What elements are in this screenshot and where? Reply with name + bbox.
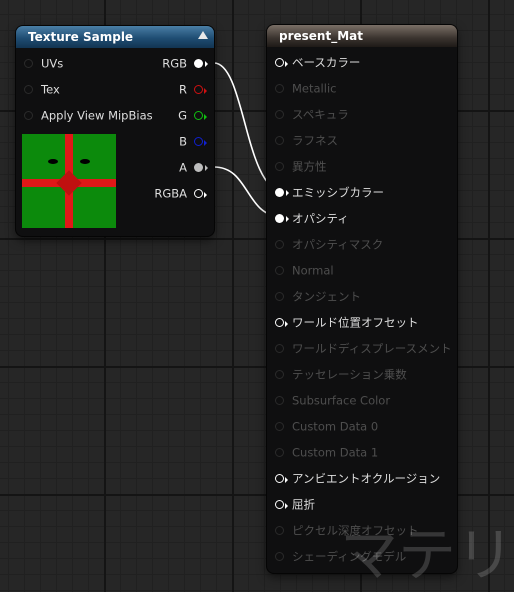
material-input-pin[interactable]: ベースカラー	[275, 52, 360, 72]
pin-circle-icon[interactable]	[275, 370, 284, 379]
bow-icon	[56, 170, 82, 196]
pin-circle-icon[interactable]	[275, 422, 284, 431]
pin-ring-white-icon[interactable]	[275, 500, 288, 509]
texture-preview-thumbnail[interactable]	[22, 134, 116, 228]
input-pin-uvs[interactable]: UVs	[24, 53, 63, 73]
pin-ring-white-icon[interactable]	[275, 318, 288, 327]
material-input-pin[interactable]: エミッシブカラー	[275, 182, 384, 202]
material-input-pin[interactable]: 異方性	[275, 156, 327, 176]
pin-circle-icon[interactable]	[24, 59, 33, 68]
pin-label: Custom Data 1	[292, 445, 379, 460]
pin-label: スペキュラ	[292, 107, 349, 122]
pin-circle-icon[interactable]	[275, 552, 284, 561]
material-input-pin[interactable]: スペキュラ	[275, 104, 349, 124]
pin-label: Custom Data 0	[292, 419, 379, 434]
pin-filled-icon[interactable]	[275, 188, 289, 197]
pin-circle-icon[interactable]	[24, 111, 33, 120]
pin-label: 屈折	[292, 497, 315, 512]
pin-label: Metallic	[292, 81, 337, 96]
texture-sample-node[interactable]: Texture Sample UVs Tex Apply View MipBia…	[16, 26, 214, 236]
pin-circle-icon[interactable]	[275, 84, 284, 93]
pin-filled-icon[interactable]	[275, 214, 289, 223]
pin-label: アンビエントオクルージョン	[292, 471, 441, 486]
eye-right-icon	[80, 159, 90, 164]
watermark-text: マテリア	[340, 521, 514, 589]
pin-ring-green-icon[interactable]	[194, 111, 207, 120]
pin-label: Subsurface Color	[292, 393, 391, 408]
material-input-pin[interactable]: ラフネス	[275, 130, 338, 150]
pin-circle-icon[interactable]	[275, 344, 284, 353]
material-input-pin[interactable]: Normal	[275, 260, 334, 280]
pin-label: ワールド位置オフセット	[292, 315, 419, 330]
pin-label: オパシティ	[292, 211, 349, 226]
pin-ring-blue-icon[interactable]	[194, 137, 207, 146]
pin-circle-icon[interactable]	[275, 526, 284, 535]
material-node-title: present_Mat	[279, 29, 363, 43]
pin-ring-white-icon[interactable]	[194, 189, 207, 198]
collapse-arrow-icon[interactable]	[198, 31, 208, 39]
pin-ring-red-icon[interactable]	[194, 85, 207, 94]
pin-label: タンジェント	[292, 289, 361, 304]
material-input-pin[interactable]: テッセレーション乗数	[275, 364, 407, 384]
pin-label: テッセレーション乗数	[292, 367, 407, 382]
output-pin-g[interactable]: G	[178, 105, 207, 125]
output-pin-rgba[interactable]: RGBA	[154, 183, 207, 203]
pin-label: RGBA	[154, 186, 187, 201]
pin-label: 異方性	[292, 159, 327, 174]
material-input-pin[interactable]: Metallic	[275, 78, 336, 98]
pin-circle-icon[interactable]	[275, 136, 284, 145]
material-input-pin[interactable]: ワールドディスプレースメント	[275, 338, 452, 358]
material-input-pin[interactable]: 屈折	[275, 494, 315, 514]
pin-label: ラフネス	[292, 133, 338, 148]
material-input-pin[interactable]: オパシティマスク	[275, 234, 383, 254]
pin-label: エミッシブカラー	[292, 185, 384, 200]
eye-left-icon	[48, 159, 58, 164]
pin-circle-icon[interactable]	[275, 292, 284, 301]
pin-circle-icon[interactable]	[24, 85, 33, 94]
pin-label: オパシティマスク	[292, 237, 384, 252]
pin-circle-icon[interactable]	[275, 396, 284, 405]
material-input-pin[interactable]: Custom Data 0	[275, 416, 378, 436]
input-pin-tex[interactable]: Tex	[24, 79, 60, 99]
pin-label: Tex	[41, 82, 60, 97]
pin-label: A	[179, 160, 187, 175]
pin-label: B	[179, 134, 187, 149]
pin-label: G	[178, 108, 187, 123]
pin-circle-icon[interactable]	[275, 240, 284, 249]
pin-circle-icon[interactable]	[275, 110, 284, 119]
material-input-pin[interactable]: オパシティ	[275, 208, 349, 228]
output-pin-b[interactable]: B	[179, 131, 207, 151]
pin-ring-white-icon[interactable]	[275, 474, 288, 483]
output-pin-r[interactable]: R	[179, 79, 207, 99]
input-pin-apply-view-mipbias[interactable]: Apply View MipBias	[24, 105, 153, 125]
pin-label: ワールドディスプレースメント	[292, 341, 452, 356]
output-pin-a[interactable]: A	[179, 157, 208, 177]
output-pin-rgb[interactable]: RGB	[162, 53, 208, 73]
pin-ring-white-icon[interactable]	[275, 58, 288, 67]
pin-filled-icon[interactable]	[194, 59, 208, 68]
material-result-node[interactable]: present_Mat ベースカラー Metallic スペキュララフネス異方性エミ…	[267, 25, 457, 573]
texture-sample-title: Texture Sample	[28, 30, 134, 44]
material-input-pin[interactable]: タンジェント	[275, 286, 361, 306]
pin-label: UVs	[41, 56, 64, 71]
pin-label: RGB	[162, 56, 187, 71]
material-input-pin[interactable]: Subsurface Color	[275, 390, 390, 410]
pin-circle-icon[interactable]	[275, 162, 284, 171]
pin-filled-gray-icon[interactable]	[194, 163, 208, 172]
pin-circle-icon[interactable]	[275, 266, 284, 275]
pin-label: R	[179, 82, 187, 97]
material-node-header[interactable]: present_Mat	[267, 25, 457, 47]
material-input-pin[interactable]: ワールド位置オフセット	[275, 312, 419, 332]
pin-label: Normal	[292, 263, 334, 278]
material-input-pin[interactable]: Custom Data 1	[275, 442, 378, 462]
pin-label: Apply View MipBias	[41, 108, 153, 123]
pin-circle-icon[interactable]	[275, 448, 284, 457]
texture-sample-header[interactable]: Texture Sample	[16, 26, 214, 48]
material-input-pin[interactable]: アンビエントオクルージョン	[275, 468, 440, 488]
pin-label: ベースカラー	[292, 55, 361, 70]
